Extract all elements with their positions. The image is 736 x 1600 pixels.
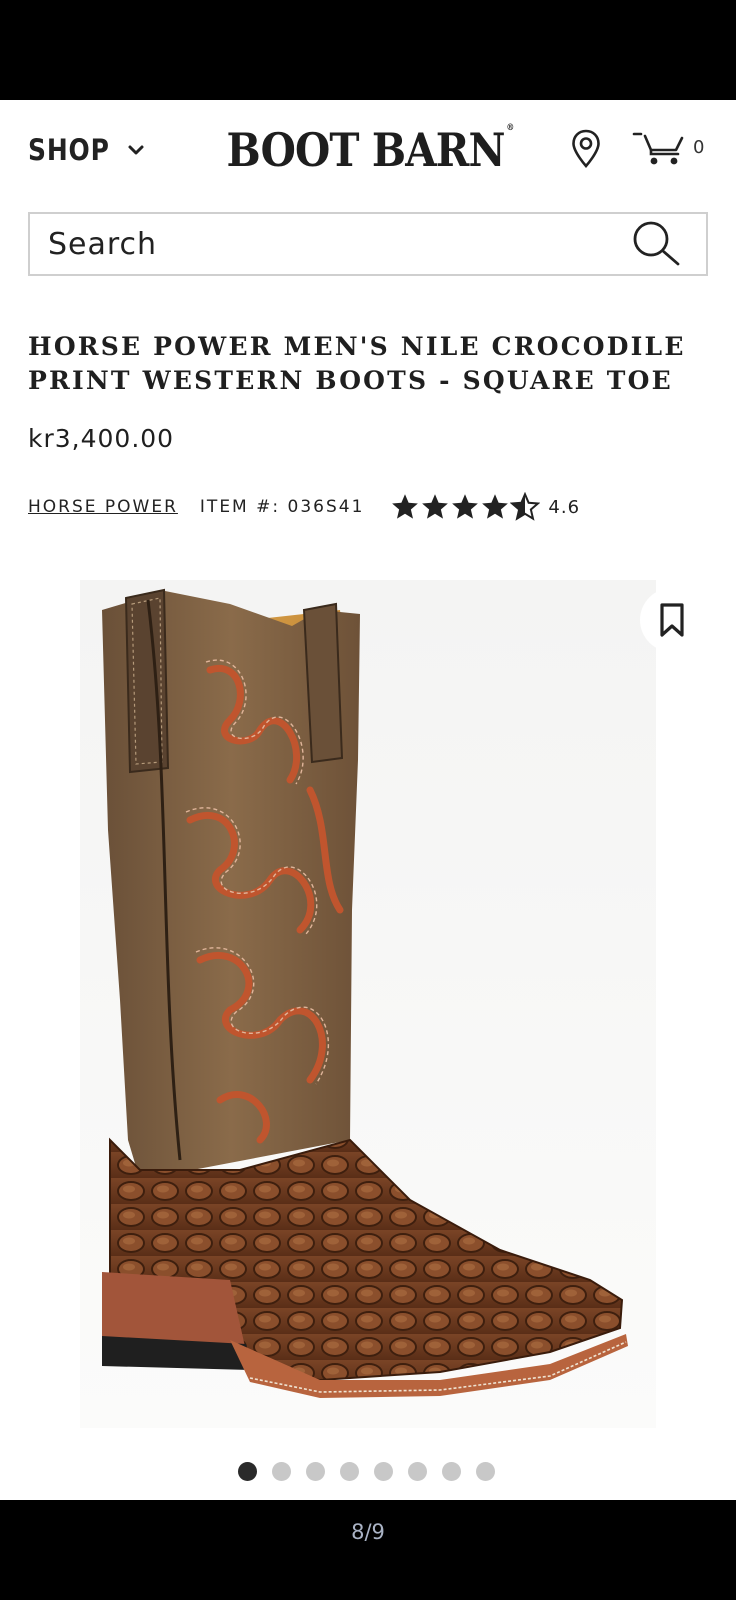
star-icon xyxy=(452,494,479,519)
product-meta: HORSE POWER ITEM #: 036S41 4.6 xyxy=(28,492,580,522)
search-bar xyxy=(28,212,708,276)
site-header: SHOP BOOT BARN ® 0 xyxy=(0,100,736,200)
star-icon xyxy=(482,494,509,519)
location-pin-icon[interactable] xyxy=(570,128,602,170)
boot-barn-logo[interactable]: BOOT BARN ® xyxy=(220,122,520,178)
gallery-dot[interactable] xyxy=(476,1462,495,1481)
gallery-dot[interactable] xyxy=(306,1462,325,1481)
shop-label: SHOP xyxy=(28,133,110,167)
gallery-dot[interactable] xyxy=(408,1462,427,1481)
product-title: HORSE POWER MEN'S NILE CROCODILE PRINT W… xyxy=(28,332,686,395)
half-star-icon xyxy=(510,492,541,521)
gallery-dot[interactable] xyxy=(238,1462,257,1481)
gallery-dot[interactable] xyxy=(374,1462,393,1481)
image-pager: 8/9 xyxy=(351,1520,385,1544)
search-icon[interactable] xyxy=(630,218,682,270)
rating-stars[interactable] xyxy=(390,492,541,522)
brand-link[interactable]: HORSE POWER xyxy=(28,497,178,517)
shop-menu-button[interactable]: SHOP xyxy=(28,128,147,172)
gallery-dot[interactable] xyxy=(272,1462,291,1481)
gallery-dot[interactable] xyxy=(340,1462,359,1481)
bookmark-icon xyxy=(660,603,684,637)
star-icon xyxy=(392,494,419,519)
cart-icon[interactable] xyxy=(632,130,690,170)
bottom-bar: 8/9 xyxy=(0,1500,736,1600)
item-number: ITEM #: 036S41 xyxy=(199,497,365,517)
product-page: SHOP BOOT BARN® 0 HORSE POWER MEN'S NI xyxy=(0,100,736,1500)
cart-count: 0 xyxy=(693,137,705,158)
gallery-dots xyxy=(238,1462,495,1481)
search-input[interactable] xyxy=(30,214,630,274)
boot-illustration xyxy=(102,588,628,1398)
status-bar xyxy=(0,0,736,100)
logo-text: BOOT BARN ® xyxy=(226,123,515,177)
product-image[interactable] xyxy=(80,580,656,1428)
bookmark-button[interactable] xyxy=(640,588,704,652)
gallery-dot[interactable] xyxy=(442,1462,461,1481)
rating-value: 4.6 xyxy=(548,496,581,518)
star-icon xyxy=(422,494,449,519)
chevron-down-icon xyxy=(128,145,144,155)
product-price: kr3,400.00 xyxy=(28,424,175,453)
